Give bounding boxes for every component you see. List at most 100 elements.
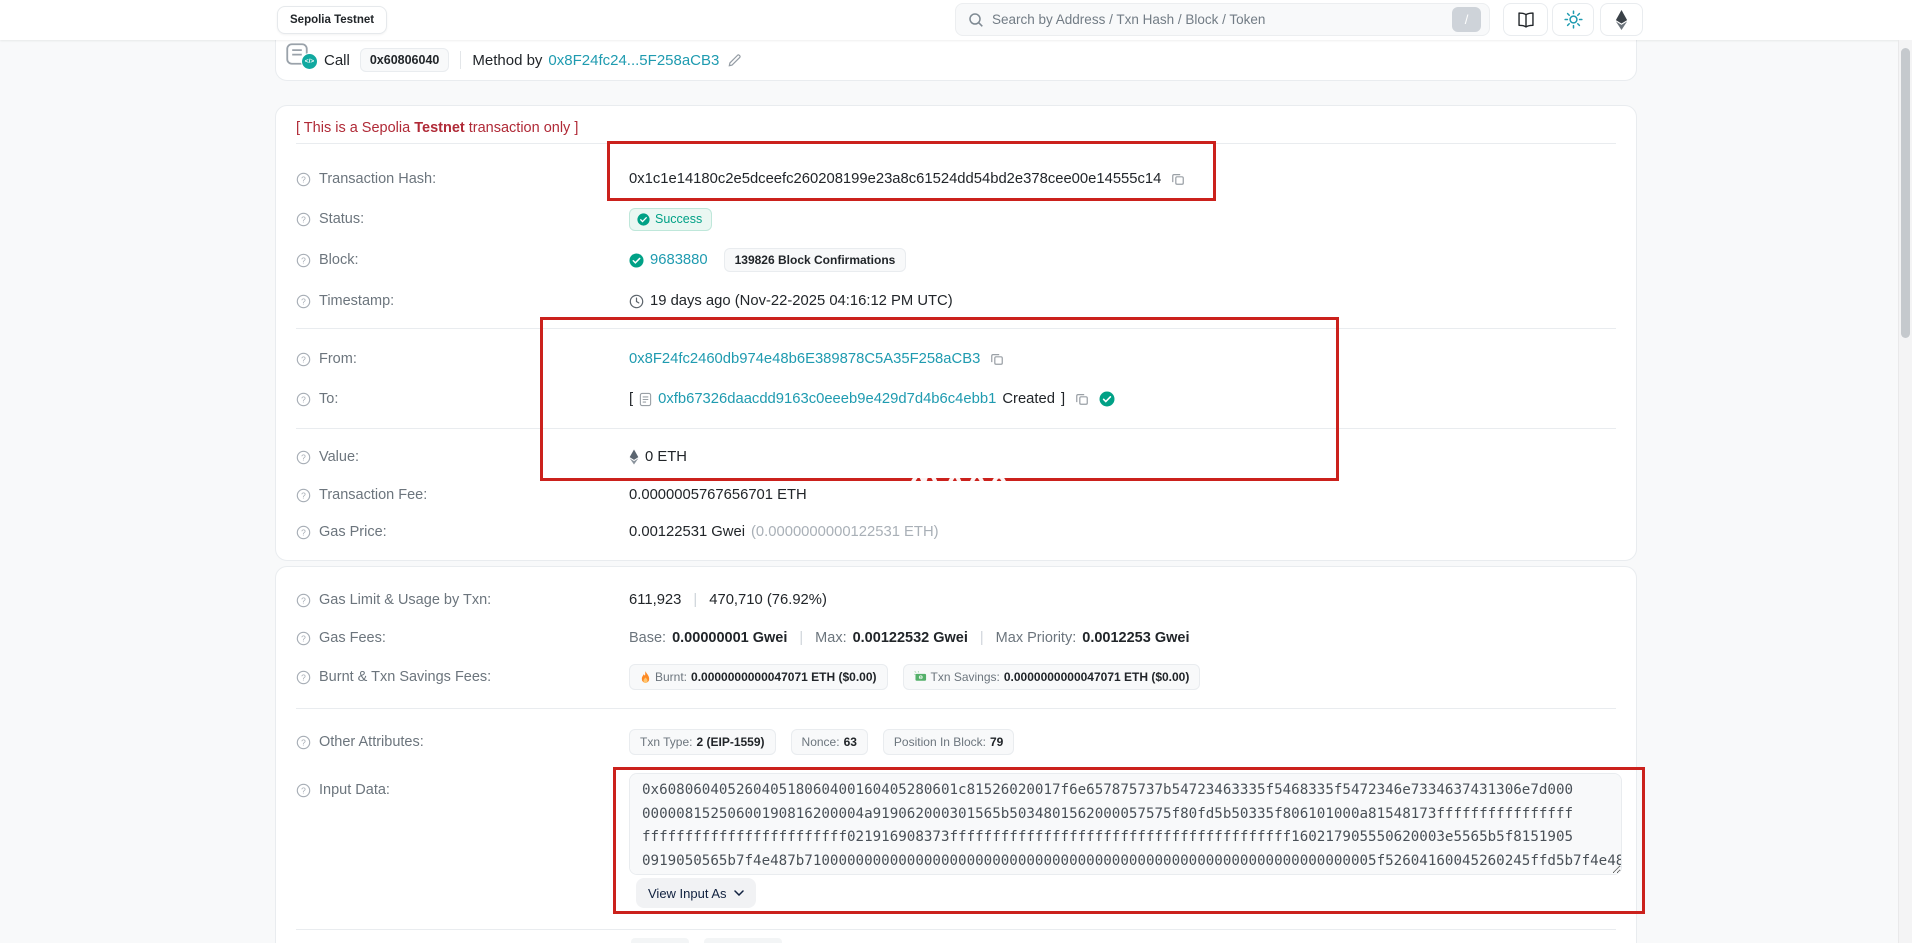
help-icon: ? [296,670,311,685]
transaction-fee-label: Transaction Fee: [319,487,427,503]
value-row: ?Value: 0 ETH [296,437,1616,477]
gas-price-eth-equivalent: (0.0000000000122531 ETH) [751,524,939,540]
help-icon: ? [296,294,311,309]
transaction-hash-value: 0x1c1e14180c2e5dceefc260208199e23a8c6152… [629,171,1161,187]
help-icon: ? [296,253,311,268]
svg-text:?: ? [301,174,306,184]
nonce-value: 63 [844,735,857,749]
transaction-hash-row: ? Transaction Hash: 0x1c1e14180c2e5dceefc… [296,159,1616,199]
search-bar[interactable]: / [955,3,1490,36]
scrollbar-thumb[interactable] [1901,48,1910,338]
max-priority-fee-label: Max Priority: [996,630,1077,646]
nonce-label: Nonce: [802,735,840,749]
position-in-block-label: Position In Block: [894,735,986,749]
txn-type-label: Txn Type: [640,735,692,749]
help-icon: ? [296,783,311,798]
base-fee-value: 0.00000001 Gwei [672,630,787,646]
block-confirmations-badge: 139826 Block Confirmations [724,248,907,272]
burnt-label: Burnt: [655,670,687,684]
svg-text:?: ? [301,527,306,537]
timestamp-label: Timestamp: [319,293,394,309]
divider [296,929,1616,930]
top-nav: Sepolia Testnet / [0,0,1912,40]
svg-text:?: ? [301,214,306,224]
help-icon: ? [296,450,311,465]
txn-savings-value: 0.0000000000047071 ETH ($0.00) [1004,670,1189,684]
money-savings-icon: $ [914,671,927,683]
help-icon: ? [296,631,311,646]
txn-savings-badge: $ Txn Savings: 0.0000000000047071 ETH ($… [903,664,1201,690]
view-input-as-button[interactable]: View Input As [636,878,756,908]
help-icon: ? [296,488,311,503]
from-address-link[interactable]: 0x8F24fc2460db974e48b6E389878C5A35F258aC… [629,351,980,367]
txn-header-row: </> Call 0x60806040 Method by 0x8F24fc24… [275,40,1637,81]
transaction-hash-label: Transaction Hash: [319,171,436,187]
status-badge: Success [629,208,712,231]
divider [296,143,1616,144]
block-label: Block: [319,252,359,268]
copy-icon[interactable] [1075,392,1089,406]
svg-text:?: ? [301,394,306,404]
gas-price-label: Gas Price: [319,524,387,540]
transaction-overview-card: [ This is a Sepolia Testnet transaction … [275,105,1637,561]
method-id-badge[interactable]: 0x60806040 [360,48,450,72]
other-attributes-label: Other Attributes: [319,734,424,750]
status-label: Status: [319,211,364,227]
help-icon: ? [296,593,311,608]
block-number-link[interactable]: 9683880 [650,252,708,268]
view-input-as-label: View Input As [648,886,727,901]
network-selector-badge[interactable]: Sepolia Testnet [277,6,387,34]
svg-text:?: ? [301,633,306,643]
to-bracket-open: [ [629,391,633,407]
from-row: ?From: 0x8F24fc2460db974e48b6E389878C5A3… [296,339,1616,379]
position-in-block-value: 79 [990,735,1003,749]
svg-text:$: $ [919,676,921,680]
divider [460,51,461,69]
check-circle-icon [637,213,650,226]
txn-type-badge: Txn Type: 2 (EIP-1559) [629,729,776,755]
help-icon: ? [296,392,311,407]
to-address-link[interactable]: 0xfb67326daacdd9163c0eeeb9e429d7d4b6c4eb… [658,391,996,407]
transaction-details-card: ?Gas Limit & Usage by Txn: 611,923|470,7… [275,566,1637,943]
max-fee-label: Max: [815,630,846,646]
method-by-address-link[interactable]: 0x8F24fc24...5F258aCB3 [548,52,719,69]
max-priority-fee-value: 0.0012253 Gwei [1082,630,1189,646]
txn-type-label: Call [324,52,350,69]
divider [296,328,1616,329]
gas-usage-value: 470,710 (76.92%) [709,592,827,608]
copy-icon[interactable] [990,352,1004,366]
clipped-next-row-stub [631,938,689,943]
to-created-label: Created [1002,391,1055,407]
transaction-fee-row: ?Transaction Fee: 0.0000005767656701 ETH [296,475,1616,515]
gas-fees-label: Gas Fees: [319,630,386,646]
timestamp-row: ?Timestamp: 19 days ago (Nov-22-2025 04:… [296,281,1616,321]
edit-pencil-icon[interactable] [727,53,742,68]
vertical-scrollbar[interactable] [1898,40,1912,943]
block-row: ? Block: 9683880 139826 Block Confirmatio… [296,240,1616,280]
txn-receipt-icon: </> [284,45,318,75]
nonce-badge: Nonce: 63 [791,729,868,755]
sun-icon [1564,10,1583,29]
help-icon: ? [296,735,311,750]
search-icon [968,12,984,28]
svg-text:?: ? [301,354,306,364]
svg-text:?: ? [301,595,306,605]
burnt-fee-badge: Burnt: 0.0000000000047071 ETH ($0.00) [629,664,888,690]
other-attributes-row: ? Other Attributes: Txn Type: 2 (EIP-1559… [296,722,1616,762]
gas-limit-usage-row: ?Gas Limit & Usage by Txn: 611,923|470,7… [296,580,1616,620]
copy-icon[interactable] [1171,172,1185,186]
value-amount: 0 ETH [645,449,687,465]
network-menu-button[interactable] [1600,3,1643,36]
to-bracket-close: ] [1061,391,1065,407]
block-finalized-icon [629,253,644,268]
input-data-textarea[interactable]: 0x60806040526040518060400160405280601c81… [629,773,1622,875]
search-input[interactable] [992,12,1444,27]
status-row: ? Status: Success [296,199,1616,239]
status-value: Success [655,212,702,226]
position-in-block-badge: Position In Block: 79 [883,729,1014,755]
docs-button[interactable] [1503,3,1548,36]
input-data-label: Input Data: [319,782,390,798]
verified-check-icon [1099,391,1115,407]
svg-text:?: ? [301,672,306,682]
theme-toggle-button[interactable] [1552,3,1594,36]
